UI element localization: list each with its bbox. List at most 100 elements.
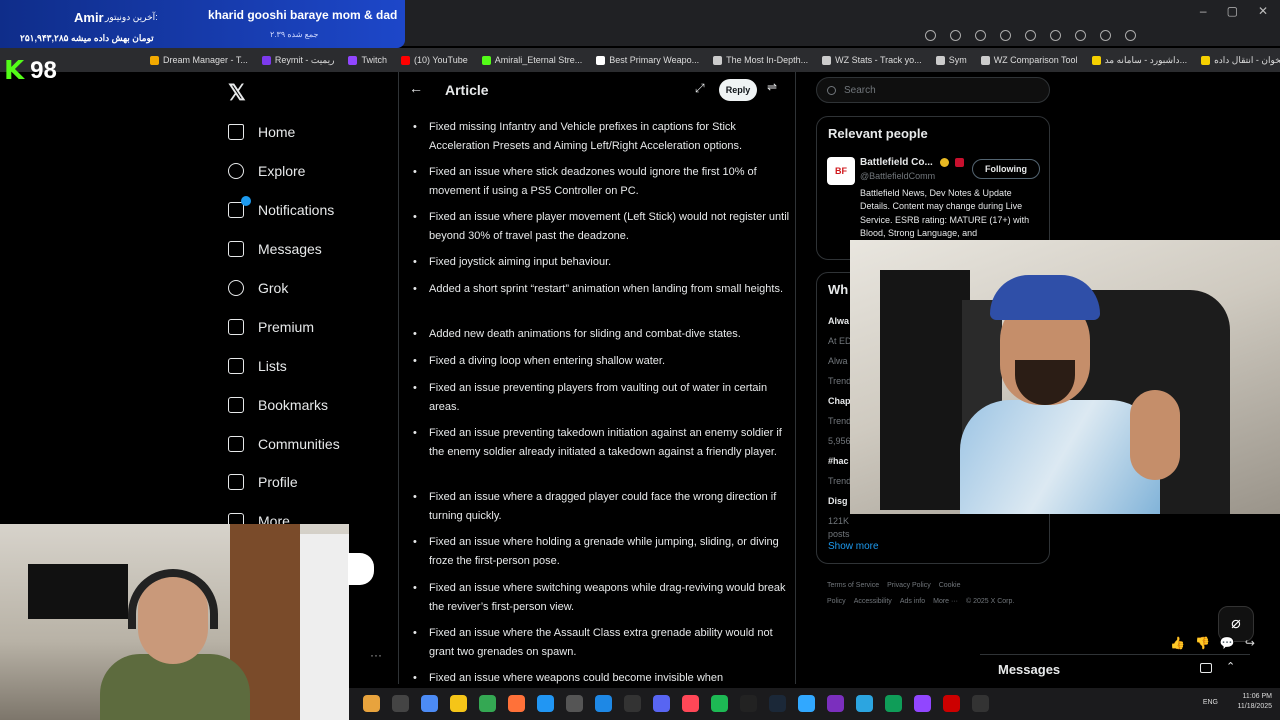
nav-item-bookmarks[interactable]: Bookmarks [222, 393, 328, 417]
nav-item-label: Communities [258, 436, 340, 452]
search-icon [228, 163, 244, 179]
taskbar-app-icon[interactable] [682, 695, 699, 712]
x-logo-icon[interactable]: 𝕏 [228, 80, 246, 106]
footer-link[interactable]: Terms of Service [827, 582, 879, 589]
star-icon[interactable] [950, 30, 961, 41]
puzzle-icon[interactable] [1075, 30, 1086, 41]
taskbar-apps[interactable] [363, 695, 989, 712]
bookmark-favicon-icon [713, 55, 723, 65]
people-icon [228, 436, 244, 452]
show-more-link[interactable]: Show more [828, 541, 879, 552]
envelope-icon [228, 241, 244, 257]
taskbar-app-icon[interactable] [392, 695, 409, 712]
taskbar-app-icon[interactable] [450, 695, 467, 712]
expand-icon[interactable]: ⤢ [695, 81, 705, 96]
comment-icon[interactable]: 💬 [1220, 636, 1235, 650]
taskbar-app-icon[interactable] [595, 695, 612, 712]
list-item: Fixed an issue where player movement (Le… [411, 208, 791, 246]
nav-item-home[interactable]: Home [222, 120, 295, 144]
messages-drawer[interactable]: Messages ⌃ [980, 654, 1250, 684]
refresh-icon[interactable] [1050, 30, 1061, 41]
taskbar-app-icon[interactable] [914, 695, 931, 712]
bookmark-item[interactable]: Twitch [348, 55, 387, 65]
nav-item-lists[interactable]: Lists [222, 354, 287, 378]
taskbar-app-icon[interactable] [508, 695, 525, 712]
taskbar-app-icon[interactable] [769, 695, 786, 712]
bookmark-item[interactable]: (10) YouTube [401, 55, 468, 65]
extension-icon[interactable] [925, 30, 936, 41]
bookmark-item[interactable]: The Most In-Depth... [713, 55, 808, 65]
taskbar-app-icon[interactable] [972, 695, 989, 712]
search-box[interactable]: Search [816, 77, 1050, 103]
taskbar-app-icon[interactable] [421, 695, 438, 712]
footer-link[interactable]: Ads info [900, 598, 925, 605]
notification-badge [241, 196, 251, 206]
bookmark-item[interactable]: داشبورد - سامانه مد... [1091, 55, 1187, 66]
minimize-icon[interactable]: – [1200, 4, 1207, 18]
bookmark-icon [228, 397, 244, 413]
taskbar-app-icon[interactable] [740, 695, 757, 712]
settings-sliders-icon[interactable]: ⇌ [767, 80, 777, 94]
nav-item-notifications[interactable]: Notifications [222, 196, 334, 222]
person-name[interactable]: Battlefield Co... [860, 157, 933, 168]
new-message-icon[interactable] [1200, 663, 1212, 673]
footer-link[interactable]: © 2025 X Corp. [966, 598, 1014, 605]
language-indicator[interactable]: ENG [1203, 699, 1218, 706]
maximize-icon[interactable]: ▢ [1227, 4, 1238, 18]
nav-item-premium[interactable]: Premium [222, 315, 314, 339]
nav-item-communities[interactable]: Communities [222, 432, 340, 456]
bookmark-favicon-icon [261, 55, 271, 65]
nav-item-profile[interactable]: Profile [222, 470, 298, 494]
window-controls[interactable]: – ▢ ✕ [1200, 4, 1268, 18]
list-item: Added new death animations for sliding a… [411, 325, 791, 344]
share-icon[interactable]: ↪ [1245, 636, 1255, 650]
extension-icon[interactable] [1000, 30, 1011, 41]
taskbar-app-icon[interactable] [827, 695, 844, 712]
bookmark-item[interactable]: Amirali_Eternal Stre... [481, 55, 582, 65]
taskbar-app-icon[interactable] [711, 695, 728, 712]
taskbar-app-icon[interactable] [479, 695, 496, 712]
taskbar-app-icon[interactable] [624, 695, 641, 712]
bookmark-item[interactable]: Reymit - ریمیت [261, 55, 334, 66]
following-button[interactable]: Following [972, 159, 1040, 179]
x-icon [228, 319, 244, 335]
list-item: Fixed an issue where holding a grenade w… [411, 533, 791, 571]
bookmark-item[interactable]: Dream Manager - T... [150, 55, 248, 65]
back-arrow-icon[interactable]: ← [409, 80, 423, 96]
extension-icon[interactable] [1025, 30, 1036, 41]
bookmark-item[interactable]: WZ Stats - Track yo... [822, 55, 922, 65]
avatar[interactable]: BF [827, 157, 855, 185]
reaction-bar[interactable]: 👍 👎 💬 ↪ [1170, 636, 1255, 650]
bookmark-item[interactable]: Sym [935, 55, 967, 65]
taskbar-app-icon[interactable] [856, 695, 873, 712]
taskbar-app-icon[interactable] [566, 695, 583, 712]
more-dots-icon[interactable]: ··· [370, 648, 382, 662]
browser-toolbar-icons[interactable] [925, 30, 1136, 41]
footer-link[interactable]: Privacy Policy [887, 582, 931, 589]
nav-item-messages[interactable]: Messages [222, 237, 322, 261]
footer-link[interactable]: Accessibility [854, 598, 892, 605]
nav-item-explore[interactable]: Explore [222, 159, 305, 183]
bookmark-item[interactable]: پیشخوان - انتقال داده... [1201, 55, 1280, 66]
chevron-up-icon[interactable]: ⌃ [1226, 660, 1235, 673]
taskbar-app-icon[interactable] [885, 695, 902, 712]
taskbar-app-icon[interactable] [943, 695, 960, 712]
person-handle[interactable]: @BattlefieldComm [860, 171, 935, 181]
system-clock[interactable]: 11:06 PM 11/18/2025 [1237, 692, 1272, 712]
taskbar-app-icon[interactable] [653, 695, 670, 712]
close-icon[interactable]: ✕ [1258, 4, 1268, 18]
footer-link[interactable]: More ··· [933, 598, 958, 605]
taskbar-app-icon[interactable] [537, 695, 554, 712]
taskbar-app-icon[interactable] [363, 695, 380, 712]
clock-date: 11/18/2025 [1237, 703, 1272, 710]
bookmark-item[interactable]: Best Primary Weapo... [596, 55, 699, 65]
download-icon[interactable] [1100, 30, 1111, 41]
bookmark-item[interactable]: WZ Comparison Tool [980, 55, 1078, 65]
shield-icon[interactable] [975, 30, 986, 41]
reply-button[interactable]: Reply [719, 79, 757, 101]
dislike-icon[interactable]: 👎 [1195, 636, 1210, 650]
taskbar-app-icon[interactable] [798, 695, 815, 712]
profile-icon[interactable] [1125, 30, 1136, 41]
like-icon[interactable]: 👍 [1170, 636, 1185, 650]
nav-item-grok[interactable]: Grok [222, 276, 288, 300]
